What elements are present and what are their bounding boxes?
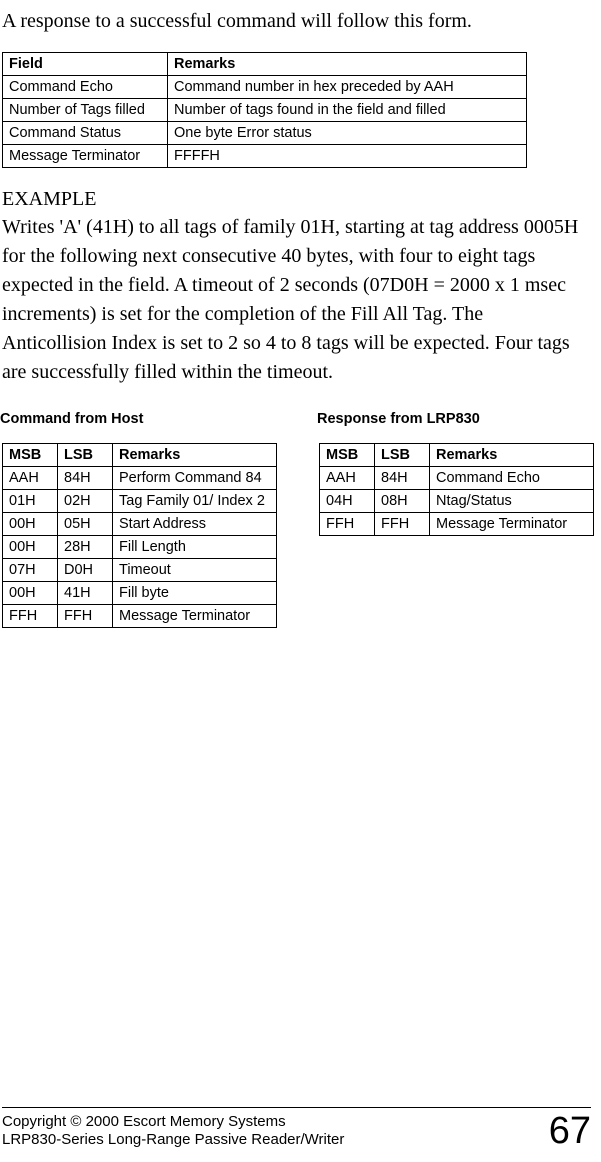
table-row: FFHFFHMessage Terminator <box>3 605 277 628</box>
command-host-table: MSB LSB Remarks AAH84HPerform Command 84… <box>2 443 277 628</box>
col-header: MSB <box>320 444 375 467</box>
table-header-row: MSB LSB Remarks <box>320 444 594 467</box>
page-number: 67 <box>549 1112 591 1150</box>
table-row: Command EchoCommand number in hex preced… <box>3 76 527 99</box>
left-table-title: Command from Host <box>0 411 277 427</box>
table-row: Message TerminatorFFFFH <box>3 145 527 168</box>
table-row: 00H05HStart Address <box>3 513 277 536</box>
table-row: 04H08HNtag/Status <box>320 490 594 513</box>
table-header-row: MSB LSB Remarks <box>3 444 277 467</box>
table-row: AAH84HCommand Echo <box>320 467 594 490</box>
table-row: FFHFFHMessage Terminator <box>320 513 594 536</box>
fields-table: Field Remarks Command EchoCommand number… <box>2 52 527 168</box>
page-footer: Copyright © 2000 Escort Memory Systems L… <box>2 1107 591 1150</box>
col-header: Field <box>3 53 168 76</box>
right-table-title: Response from LRP830 <box>317 411 594 427</box>
example-heading: EXAMPLE <box>0 188 591 211</box>
product-text: LRP830-Series Long-Range Passive Reader/… <box>2 1131 344 1150</box>
table-row: Command StatusOne byte Error status <box>3 122 527 145</box>
table-row: 00H28HFill Length <box>3 536 277 559</box>
col-header: MSB <box>3 444 58 467</box>
copyright-text: Copyright © 2000 Escort Memory Systems <box>2 1113 344 1132</box>
col-header: LSB <box>375 444 430 467</box>
table-row: Number of Tags filledNumber of tags foun… <box>3 99 527 122</box>
table-row: 07HD0HTimeout <box>3 559 277 582</box>
col-header: Remarks <box>430 444 594 467</box>
col-header: Remarks <box>113 444 277 467</box>
col-header: Remarks <box>168 53 527 76</box>
table-header-row: Field Remarks <box>3 53 527 76</box>
table-row: AAH84HPerform Command 84 <box>3 467 277 490</box>
response-table: MSB LSB Remarks AAH84HCommand Echo 04H08… <box>319 443 594 536</box>
footer-divider <box>2 1107 591 1108</box>
table-row: 01H02HTag Family 01/ Index 2 <box>3 490 277 513</box>
col-header: LSB <box>58 444 113 467</box>
example-body: Writes 'A' (41H) to all tags of family 0… <box>0 213 591 387</box>
intro-paragraph: A response to a successful command will … <box>0 8 591 34</box>
table-row: 00H41HFill byte <box>3 582 277 605</box>
